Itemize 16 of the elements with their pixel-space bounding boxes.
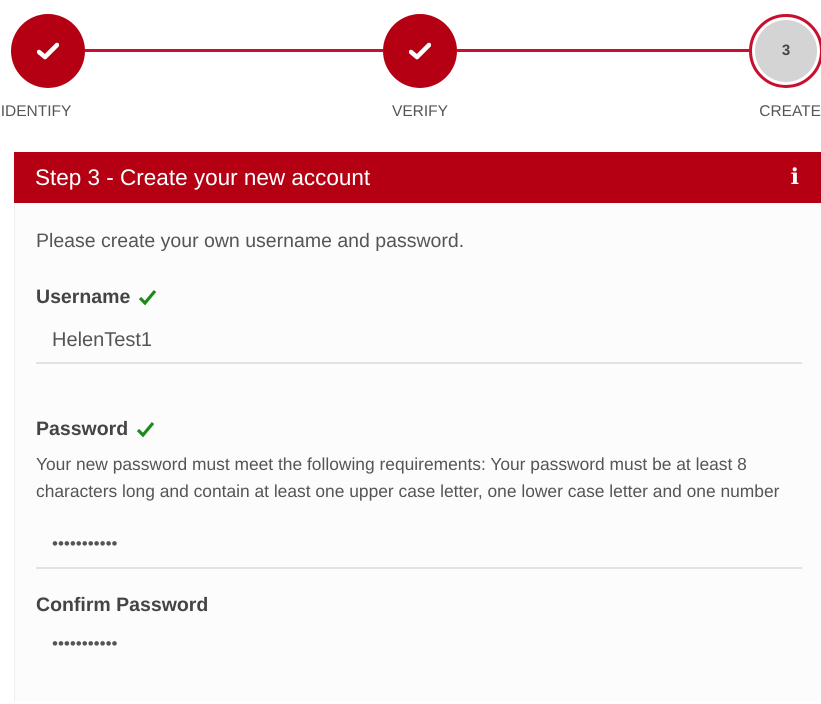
field-label: Password (36, 417, 128, 441)
field-label: Confirm Password (36, 593, 208, 617)
check-icon (409, 42, 431, 60)
step-circle: 3 (749, 14, 821, 88)
help-text: Your new password must meet the following requirements: Your password must be at least 8 characters long and contain at least one upper case letter, one lower case letter and one number (36, 453, 780, 503)
info-icon[interactable]: i (790, 161, 799, 194)
field-label: Username (36, 285, 130, 309)
intro-text: Please create your own username and password. (36, 229, 466, 253)
check-icon (37, 42, 59, 60)
step-label: CREATE (759, 102, 821, 122)
input-field[interactable]: ••••••••••• (36, 627, 802, 669)
step-label: IDENTIFY (0, 102, 72, 122)
input-field[interactable]: HelenTest1 (36, 320, 802, 364)
input-field[interactable]: ••••••••••• (36, 519, 802, 569)
step-label: VERIFY (392, 102, 448, 122)
panel-title: Step 3 - Create your new account (35, 164, 370, 192)
